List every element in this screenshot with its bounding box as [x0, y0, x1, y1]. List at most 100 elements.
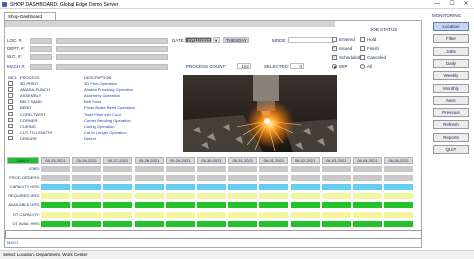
minimize-button[interactable]: — [430, 0, 444, 9]
scheduled-checkbox[interactable]: ✓ [332, 54, 337, 60]
command-input[interactable] [5, 230, 422, 239]
schedule-cell[interactable] [353, 166, 382, 172]
issued-checkbox[interactable]: ✓ [332, 45, 337, 51]
hold-checkbox[interactable] [360, 37, 365, 42]
schedule-cell[interactable] [321, 175, 351, 182]
schedule-cell[interactable] [228, 193, 258, 200]
schedule-cell[interactable] [103, 220, 133, 227]
include-checkbox[interactable] [8, 105, 13, 110]
schedule-cell[interactable] [41, 220, 70, 227]
schedule-cell[interactable] [259, 202, 289, 209]
date-column-header[interactable]: 06-03-2021 [321, 157, 351, 164]
schedule-cell[interactable] [259, 175, 289, 182]
schedule-cell[interactable] [41, 202, 70, 209]
schedule-cell[interactable] [259, 220, 289, 227]
schedule-cell[interactable] [228, 211, 258, 218]
schedule-cell[interactable] [103, 193, 133, 200]
schedule-cell[interactable] [384, 211, 414, 218]
entered-checkbox[interactable] [332, 37, 337, 42]
schedule-cell[interactable] [290, 220, 320, 227]
date-column-header[interactable]: 05-27-2021 [103, 157, 133, 164]
close-button[interactable]: ✕ [459, 0, 473, 9]
schedule-cell[interactable] [353, 220, 382, 227]
dept-code-field[interactable] [30, 46, 52, 52]
schedule-cell[interactable] [165, 184, 195, 191]
schedule-cell[interactable] [134, 184, 164, 191]
include-checkbox[interactable] [8, 117, 13, 123]
schedule-cell[interactable] [353, 193, 382, 200]
date-column-header[interactable]: 05-26-2021 [72, 157, 102, 164]
schedule-cell[interactable] [321, 184, 351, 191]
schedule-cell[interactable] [165, 193, 195, 200]
date-column-header[interactable]: 06-02-2021 [290, 157, 320, 164]
loc-code-field[interactable] [30, 38, 52, 44]
schedule-cell[interactable] [321, 166, 351, 172]
include-checkbox[interactable] [8, 93, 13, 98]
finish-checkbox[interactable] [360, 46, 365, 51]
schedule-cell[interactable] [384, 220, 414, 227]
previous-button[interactable]: Previous [433, 108, 469, 118]
schedule-cell[interactable] [72, 193, 102, 200]
schedule-cell[interactable] [103, 202, 133, 209]
schedule-cell[interactable] [321, 211, 351, 218]
daily-button[interactable]: DAILY [7, 157, 39, 164]
include-checkbox[interactable] [8, 129, 13, 135]
canceled-checkbox[interactable] [360, 55, 365, 60]
location-button[interactable]: Location [433, 22, 469, 31]
tab-shop-dashboard[interactable]: Shop-Dashboard [4, 12, 56, 20]
include-checkbox[interactable] [8, 135, 13, 141]
schedule-cell[interactable] [197, 175, 226, 182]
schedule-cell[interactable] [259, 211, 289, 218]
monthly-button[interactable]: Monthly [433, 83, 469, 93]
refresh-button[interactable]: Refresh [433, 120, 469, 130]
next-button[interactable]: Next [433, 95, 469, 105]
schedule-cell[interactable] [290, 211, 320, 218]
schedule-cell[interactable] [134, 211, 164, 218]
schedule-cell[interactable] [290, 175, 320, 182]
schedule-cell[interactable] [165, 166, 195, 172]
daily-button[interactable]: Daily [433, 58, 469, 68]
schedule-cell[interactable] [72, 202, 102, 209]
schedule-cell[interactable] [228, 184, 258, 191]
include-checkbox[interactable] [8, 123, 13, 129]
schedule-cell[interactable] [384, 193, 414, 200]
schedule-cell[interactable] [259, 184, 289, 191]
process-row[interactable]: BELT SAND Belt Sand [8, 99, 180, 105]
date-picker-button[interactable]: ▾ [213, 37, 220, 43]
schedule-cell[interactable] [41, 166, 70, 172]
process-row[interactable]: ASSEMBLY Assembly Operation [8, 93, 180, 99]
schedule-cell[interactable] [197, 166, 226, 172]
date-column-header[interactable]: 06-04-2021 [353, 157, 382, 164]
schedule-cell[interactable] [384, 202, 414, 209]
schedule-cell[interactable] [259, 193, 289, 200]
schedule-cell[interactable] [41, 211, 70, 218]
mach-code-field[interactable] [30, 64, 52, 70]
schedule-cell[interactable] [353, 211, 382, 218]
schedule-cell[interactable] [290, 202, 320, 209]
schedule-cell[interactable] [72, 175, 102, 182]
schedule-cell[interactable] [321, 220, 351, 227]
schedule-cell[interactable] [165, 211, 195, 218]
schedule-cell[interactable] [228, 220, 258, 227]
date-column-header[interactable]: 06-05-2021 [384, 157, 414, 164]
wip-radio[interactable] [332, 64, 337, 69]
schedule-cell[interactable] [228, 202, 258, 209]
date-field[interactable]: 07/11/2023 [185, 37, 212, 43]
schedule-cell[interactable] [353, 202, 382, 209]
schedule-cell[interactable] [165, 202, 195, 209]
schedule-cell[interactable] [165, 220, 195, 227]
schedule-cell[interactable] [197, 193, 226, 200]
date-column-header[interactable]: 05-31-2021 [228, 157, 258, 164]
schedule-cell[interactable] [41, 193, 70, 200]
schedule-cell[interactable] [228, 175, 258, 182]
wc-code-field[interactable] [30, 54, 52, 60]
schedule-cell[interactable] [134, 193, 164, 200]
schedule-cell[interactable] [41, 184, 70, 191]
schedule-cell[interactable] [290, 193, 320, 200]
filter-button[interactable]: Filter [433, 34, 469, 44]
schedule-cell[interactable] [353, 175, 382, 182]
jobs-button[interactable]: Jobs [433, 46, 469, 56]
schedule-cell[interactable] [384, 175, 414, 182]
reports-button[interactable]: Reports [433, 132, 469, 142]
schedule-cell[interactable] [72, 184, 102, 191]
